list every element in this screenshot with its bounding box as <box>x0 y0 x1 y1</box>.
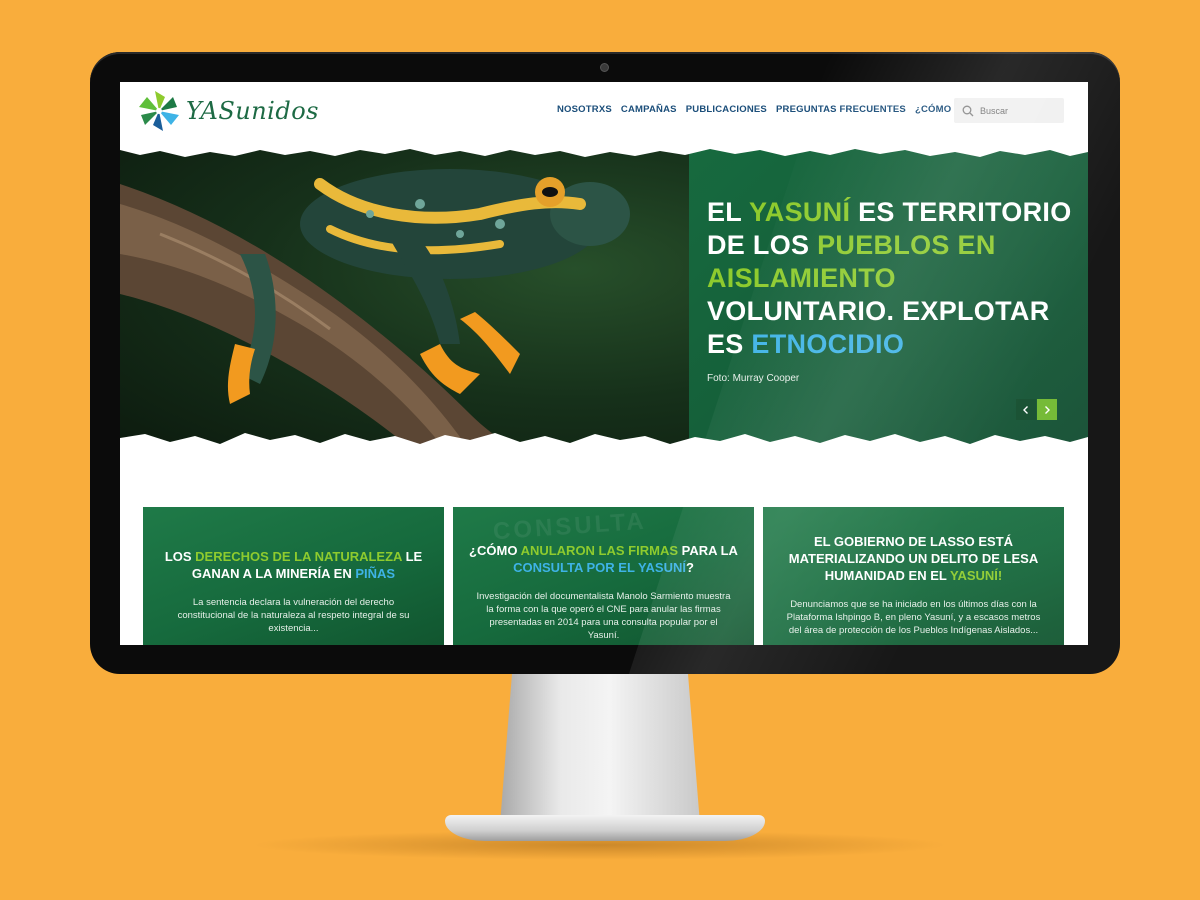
chevron-right-icon <box>1045 405 1050 414</box>
card-title: LOS DERECHOS DE LA NATURALEZA LE GANAN A… <box>143 548 444 582</box>
hero-slider: EL YASUNÍ ES TERRITORIO DE LOS PUEBLOS E… <box>120 144 1088 456</box>
title-fragment: ETNOCIDIO <box>751 329 905 359</box>
chevron-left-icon <box>1023 405 1028 414</box>
torn-edge-bottom <box>120 433 1088 456</box>
main-nav: NOSOTRXS CAMPAÑAS PUBLICACIONES PREGUNTA… <box>557 104 1001 115</box>
title-fragment: CONSULTA POR EL YASUNÍ <box>513 560 686 575</box>
news-card-derechos-naturaleza[interactable]: LOS DERECHOS DE LA NATURALEZA LE GANAN A… <box>143 507 444 645</box>
screen: YASunidos NOSOTRXS CAMPAÑAS PUBLICACIONE… <box>120 82 1088 645</box>
title-fragment: PIÑAS <box>355 566 396 581</box>
card-excerpt: Investigación del documentalista Manolo … <box>476 591 731 641</box>
title-fragment: ANULARON LAS FIRMAS <box>520 543 678 558</box>
card-title: EL GOBIERNO DE LASSO ESTÁ MATERIALIZANDO… <box>763 533 1064 584</box>
title-fragment: ? <box>685 560 694 575</box>
title-fragment: YASUNÍ! <box>949 568 1003 583</box>
logo-text: YASunidos <box>186 97 319 125</box>
nav-item-publicaciones[interactable]: PUBLICACIONES <box>686 104 767 115</box>
nav-item-preguntas-frecuentes[interactable]: PREGUNTAS FRECUENTES <box>776 104 906 115</box>
monitor-stand-neck <box>500 674 700 824</box>
search-input[interactable] <box>980 105 1060 116</box>
title-fragment: DERECHOS DE LA NATURALEZA <box>195 549 402 564</box>
pinwheel-logo-icon <box>139 91 179 131</box>
slider-next-button[interactable] <box>1037 399 1057 420</box>
camera-icon <box>600 63 609 72</box>
title-fragment: LOS <box>164 549 196 564</box>
card-excerpt: La sentencia declara la vulneración del … <box>177 597 410 634</box>
card-title: ¿CÓMO ANULARON LAS FIRMAS PARA LA CONSUL… <box>453 542 754 576</box>
torn-edge-top <box>120 144 1088 157</box>
nav-item-campanas[interactable]: CAMPAÑAS <box>621 104 677 115</box>
news-card-gobierno-lasso[interactable]: EL GOBIERNO DE LASSO ESTÁ MATERIALIZANDO… <box>763 507 1064 645</box>
search-box[interactable] <box>954 98 1064 123</box>
site-logo[interactable]: YASunidos <box>136 88 319 134</box>
card-background-banner: CONSULTA <box>492 507 648 546</box>
hero-photo-credit: Foto: Murray Cooper <box>707 373 800 384</box>
slider-prev-button[interactable] <box>1016 399 1036 420</box>
hero-title: EL YASUNÍ ES TERRITORIO DE LOS PUEBLOS E… <box>707 196 1087 361</box>
title-fragment: EL <box>707 197 749 227</box>
search-icon <box>962 105 974 116</box>
title-fragment: YASUNÍ <box>748 197 851 227</box>
hero-frog-photo <box>120 144 689 456</box>
card-excerpt: Denunciamos que se ha iniciado en los úl… <box>786 599 1041 636</box>
monitor-stand-base <box>445 815 765 841</box>
nav-item-nosotrxs[interactable]: NOSOTRXS <box>557 104 612 115</box>
site-header: YASunidos NOSOTRXS CAMPAÑAS PUBLICACIONE… <box>120 82 1088 152</box>
monitor-frame: YASunidos NOSOTRXS CAMPAÑAS PUBLICACIONE… <box>90 52 1120 674</box>
news-card-consulta-yasuni[interactable]: CONSULTA ¿CÓMO ANULARON LAS FIRMAS PARA … <box>453 507 754 645</box>
title-fragment: PARA LA <box>678 543 738 558</box>
